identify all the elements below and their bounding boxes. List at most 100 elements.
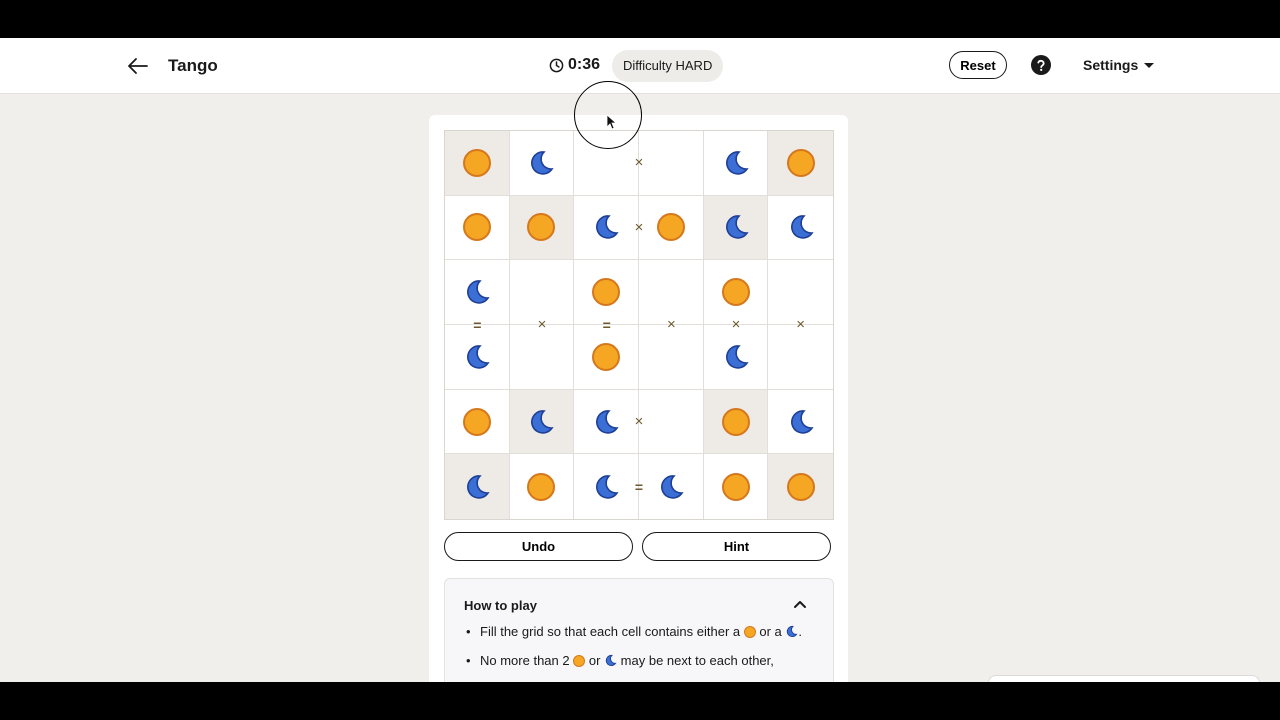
moon-icon [790,215,814,240]
board-cell[interactable] [509,131,575,196]
board-cell[interactable] [445,260,510,325]
board-cell[interactable] [574,260,639,325]
action-buttons: Undo Hint [444,532,834,562]
sun-icon [462,213,491,242]
moon-icon [596,215,619,240]
board-cell[interactable] [445,454,510,519]
sun-icon [527,472,556,501]
board-cell[interactable] [510,454,575,519]
equal-constraint: = [473,317,482,333]
moon-icon [466,474,490,499]
board-cell[interactable] [704,454,769,519]
moon-icon [725,215,749,240]
sun-icon [721,278,750,307]
board-cell[interactable] [509,325,575,390]
sun-icon [462,148,491,177]
board-cell[interactable] [639,195,704,261]
opposite-constraint: × [537,316,547,333]
board-cell[interactable] [574,389,639,455]
game-panel: × × = × = × × × × = Undo Hint How to play Fill th… [429,115,848,682]
sun-icon [721,407,750,436]
app-window: Tango 0:36 Difficulty HARD Reset Setting… [0,38,1280,682]
sun-icon [592,342,621,371]
floating-panel-edge [988,675,1260,682]
settings-label: Settings [1083,57,1139,73]
opposite-constraint: × [634,154,644,172]
chevron-up-icon[interactable] [793,599,807,609]
rule-text: Fill the grid so that each cell contains… [480,624,741,639]
game-title: Tango [168,56,218,75]
equal-constraint: = [602,317,611,333]
opposite-constraint: × [796,316,806,333]
timer-value: 0:36 [568,56,601,73]
moon-icon [466,345,490,369]
moon-icon [660,474,684,499]
sun-icon [592,278,621,307]
board-cell[interactable] [703,325,769,390]
board-cell[interactable] [574,454,639,519]
board-cell[interactable] [768,196,833,261]
board-cell[interactable] [768,390,833,455]
board-cell[interactable] [703,389,769,455]
rule-text: . [798,624,803,639]
opposite-constraint: × [634,413,644,430]
moon-icon [605,654,617,667]
rule-text: or a [759,624,782,639]
undo-button[interactable]: Undo [444,532,633,561]
board-cell[interactable] [509,389,575,455]
board-cell[interactable] [445,131,510,196]
board-cell[interactable] [445,195,510,261]
moon-icon [725,345,749,369]
rule-text: may be next to each other, [620,653,774,668]
board-cell[interactable] [574,325,639,390]
board-cell[interactable] [639,454,704,519]
moon-icon [596,474,619,499]
caret-down-icon [1144,62,1155,68]
how-to-play-section: How to play Fill the grid so that each c… [444,578,834,682]
clock-icon [549,58,564,72]
rule-item: Fill the grid so that each cell contains… [464,624,804,640]
reset-button[interactable]: Reset [949,51,1007,79]
board-cell[interactable] [703,131,769,196]
moon-icon [725,151,749,175]
settings-menu[interactable]: Settings [1083,57,1155,73]
hint-button[interactable]: Hint [642,532,831,561]
rule-text: or [588,653,601,668]
sun-icon [573,655,586,667]
tango-board: × × = × = × × × × = [444,130,834,520]
board-cell[interactable] [445,389,510,455]
board-cell[interactable] [574,131,639,196]
board-cell[interactable] [639,389,704,455]
board-cell[interactable] [768,131,833,196]
moon-icon [531,409,555,434]
moon-icon [531,151,555,175]
board-cell[interactable] [509,195,575,261]
question-circle-icon[interactable] [1031,55,1051,75]
rule-item: No more than 2 or may be next to each ot… [464,653,804,669]
sun-icon [721,472,750,501]
top-bar: Tango 0:36 Difficulty HARD Reset Setting… [0,38,1280,94]
arrow-left-icon[interactable] [126,54,150,78]
opposite-constraint: × [666,316,676,333]
difficulty-badge[interactable]: Difficulty HARD [612,50,724,82]
board-cell[interactable] [445,325,510,390]
board-cell[interactable] [639,131,704,196]
board-cell[interactable] [639,325,704,390]
rule-text: No more than 2 [480,653,570,668]
sun-icon [786,148,815,177]
sun-icon [786,472,815,501]
moon-icon [790,409,814,434]
sun-icon [743,626,756,638]
board-cell[interactable] [703,195,769,261]
timer: 0:36 [549,56,600,74]
moon-icon [466,280,490,304]
board-cell[interactable] [768,454,833,519]
how-to-play-title: How to play [464,598,537,613]
board-cell[interactable] [574,195,639,261]
rules-list: Fill the grid so that each cell contains… [464,624,804,682]
sun-icon [527,213,556,242]
board-cell[interactable] [768,325,833,390]
equal-constraint: = [634,478,644,495]
sun-icon [462,407,491,436]
opposite-constraint: × [634,219,644,236]
